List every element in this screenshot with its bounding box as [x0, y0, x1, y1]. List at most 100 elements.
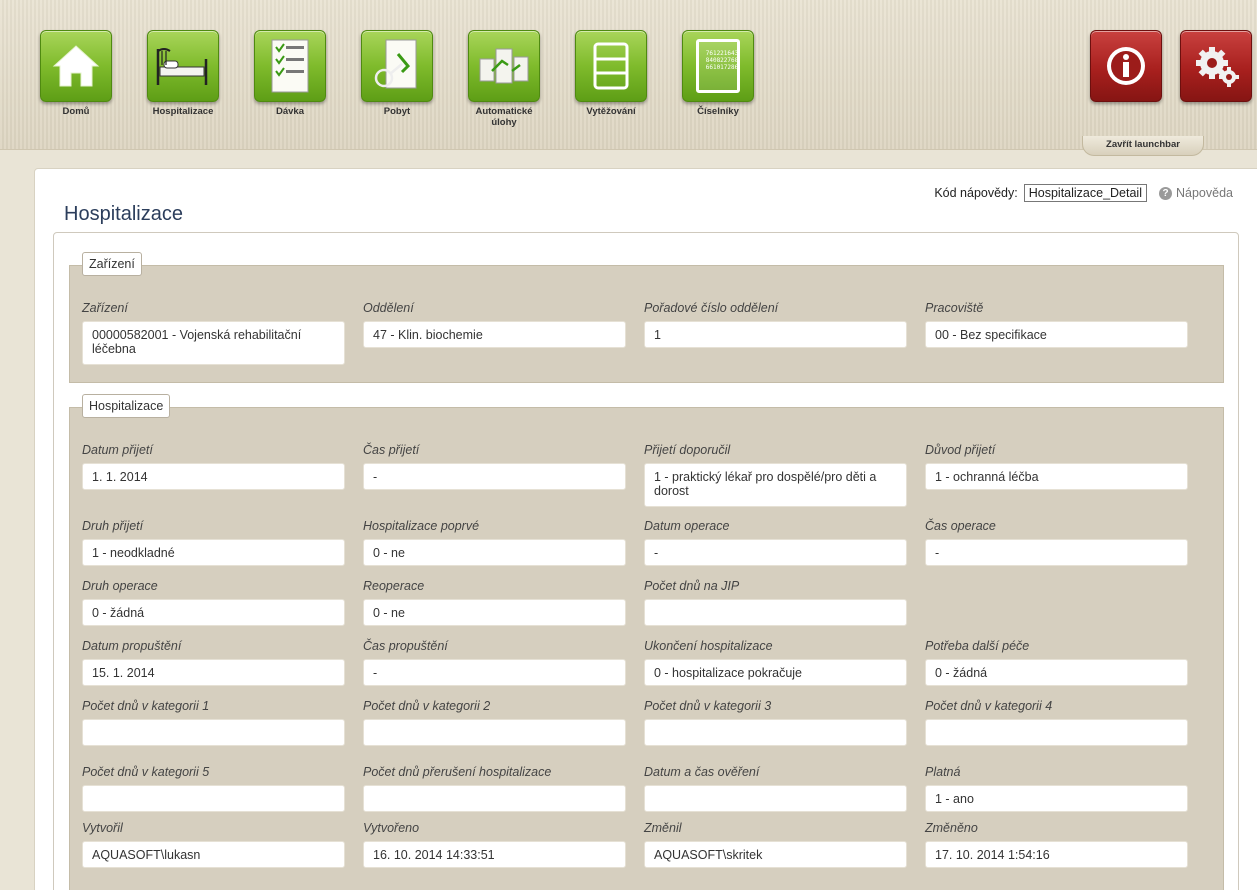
field-zarizeni: Zařízení 00000582001 - Vojenská rehabili… [82, 300, 345, 365]
field-label: Čas operace [925, 519, 996, 533]
field-value[interactable] [363, 785, 626, 812]
field-value[interactable]: 47 - Klin. biochemie [363, 321, 626, 348]
info-button[interactable] [1088, 30, 1164, 102]
field-value[interactable]: 00000582001 - Vojenská rehabilitační léč… [82, 321, 345, 365]
launch-ciselniky-button[interactable]: 761221643 840822768 661017286 Číselníky [678, 30, 758, 117]
field-pocet-dnu-preruseni: Počet dnů přerušení hospitalizace [363, 764, 626, 812]
section-zarizeni: Zařízení Zařízení 00000582001 - Vojenská… [69, 252, 1224, 383]
help-code-label: Kód nápovědy: [934, 186, 1018, 200]
gears-icon [1180, 30, 1252, 102]
field-platna: Platná 1 - ano [925, 764, 1188, 812]
close-launchbar-tab[interactable]: Zavřít launchbar [1082, 136, 1204, 156]
field-value[interactable]: AQUASOFT\lukasn [82, 841, 345, 868]
launch-davka-label: Dávka [276, 106, 304, 117]
field-label: Pracoviště [925, 301, 984, 315]
field-label: Oddělení [363, 301, 414, 315]
field-label: Datum operace [644, 519, 730, 533]
field-value[interactable]: AQUASOFT\skritek [644, 841, 907, 868]
info-icon [1090, 30, 1162, 102]
field-value[interactable] [82, 785, 345, 812]
field-label: Datum a čas ověření [644, 765, 760, 779]
field-potreba-dalsi-pece: Potřeba další péče 0 - žádná [925, 638, 1188, 686]
field-cas-operace: Čas operace - [925, 518, 1188, 566]
field-label: Přijetí doporučil [644, 443, 731, 457]
launch-pobyt-label: Pobyt [383, 106, 411, 117]
field-value[interactable]: 1 - praktický lékař pro dospělé/pro děti… [644, 463, 907, 507]
field-value[interactable]: 1 - ochranná léčba [925, 463, 1188, 490]
field-value[interactable] [644, 785, 907, 812]
field-datum-propusteni: Datum propuštění 15. 1. 2014 [82, 638, 345, 686]
field-duvod-prijeti: Důvod přijetí 1 - ochranná léčba [925, 442, 1188, 490]
field-vytvoril: Vytvořil AQUASOFT\lukasn [82, 820, 345, 868]
field-value[interactable]: 0 - žádná [925, 659, 1188, 686]
field-label: Počet dnů přerušení hospitalizace [363, 765, 552, 779]
field-value[interactable]: 1 [644, 321, 907, 348]
field-value[interactable] [363, 719, 626, 746]
codebook-icon: 761221643 840822768 661017286 [682, 30, 754, 102]
field-label: Vytvořil [82, 821, 123, 835]
form-grid-icon [575, 30, 647, 102]
settings-button[interactable] [1178, 30, 1254, 102]
field-vytvoreno: Vytvořeno 16. 10. 2014 14:33:51 [363, 820, 626, 868]
home-icon [40, 30, 112, 102]
field-reoperace: Reoperace 0 - ne [363, 578, 626, 626]
field-value[interactable]: 15. 1. 2014 [82, 659, 345, 686]
field-label: Druh operace [82, 579, 158, 593]
field-value[interactable]: 16. 10. 2014 14:33:51 [363, 841, 626, 868]
field-label: Čas propuštění [363, 639, 448, 653]
launch-pobyt-button[interactable]: Pobyt [357, 30, 437, 117]
field-value[interactable]: - [644, 539, 907, 566]
help-link-label: Nápověda [1176, 186, 1233, 200]
field-poradove-cislo: Pořadové číslo oddělení 1 [644, 300, 907, 348]
field-oddeleni: Oddělení 47 - Klin. biochemie [363, 300, 626, 348]
field-label: Počet dnů v kategorii 5 [82, 765, 210, 779]
document-key-icon [361, 30, 433, 102]
field-label: Druh přijetí [82, 519, 144, 533]
codebook-frame: 761221643 840822768 661017286 [696, 39, 740, 93]
field-value[interactable]: 00 - Bez specifikace [925, 321, 1188, 348]
field-datum-cas-overeni: Datum a čas ověření [644, 764, 907, 812]
question-icon: ? [1159, 186, 1172, 200]
field-druh-prijeti: Druh přijetí 1 - neodkladné [82, 518, 345, 566]
field-value[interactable]: 0 - žádná [82, 599, 345, 626]
field-druh-operace: Druh operace 0 - žádná [82, 578, 345, 626]
field-value[interactable]: 1 - neodkladné [82, 539, 345, 566]
field-zmenil: Změnil AQUASOFT\skritek [644, 820, 907, 868]
launch-davka-button[interactable]: Dávka [250, 30, 330, 117]
field-datum-prijeti: Datum přijetí 1. 1. 2014 [82, 442, 345, 490]
launch-ciselniky-label: Číselníky [697, 106, 739, 117]
field-value[interactable] [925, 719, 1188, 746]
section-hospitalizace-legend: Hospitalizace [82, 394, 171, 418]
field-value[interactable]: 0 - hospitalizace pokračuje [644, 659, 907, 686]
field-value[interactable] [644, 719, 907, 746]
field-pocet-dnu-kat3: Počet dnů v kategorii 3 [644, 698, 907, 746]
field-value[interactable]: - [363, 659, 626, 686]
section-hospitalizace: Hospitalizace Datum přijetí 1. 1. 2014 Č… [69, 394, 1224, 890]
help-link[interactable]: ? Nápověda [1159, 186, 1233, 200]
field-prijeti-doporucil: Přijetí doporučil 1 - praktický lékař pr… [644, 442, 907, 507]
launch-home-button[interactable]: Domů [36, 30, 116, 117]
field-label: Datum propuštění [82, 639, 182, 653]
launch-vytezovani-button[interactable]: Vytěžování [571, 30, 651, 117]
field-datum-operace: Datum operace - [644, 518, 907, 566]
field-value[interactable]: - [363, 463, 626, 490]
detail-frame: Zařízení Zařízení 00000582001 - Vojenská… [53, 232, 1239, 890]
field-value[interactable]: 1. 1. 2014 [82, 463, 345, 490]
field-value[interactable]: 0 - ne [363, 539, 626, 566]
field-label: Pořadové číslo oddělení [644, 301, 779, 315]
launch-automaticke-ulohy-button[interactable]: Automatické úlohy [464, 30, 544, 128]
main-panel: Kód nápovědy: Hospitalizace_Detail ? Náp… [34, 168, 1257, 890]
field-label: Platná [925, 765, 961, 779]
field-value[interactable] [82, 719, 345, 746]
section-zarizeni-legend: Zařízení [82, 252, 142, 276]
field-value[interactable]: 0 - ne [363, 599, 626, 626]
field-label: Počet dnů v kategorii 1 [82, 699, 210, 713]
field-value[interactable]: 17. 10. 2014 1:54:16 [925, 841, 1188, 868]
field-pocet-dnu-kat4: Počet dnů v kategorii 4 [925, 698, 1188, 746]
field-value[interactable] [644, 599, 907, 626]
field-label: Reoperace [363, 579, 425, 593]
field-value[interactable]: 1 - ano [925, 785, 1188, 812]
field-value[interactable]: - [925, 539, 1188, 566]
launch-hospitalizace-button[interactable]: Hospitalizace [143, 30, 223, 117]
field-pocet-dnu-kat1: Počet dnů v kategorii 1 [82, 698, 345, 746]
